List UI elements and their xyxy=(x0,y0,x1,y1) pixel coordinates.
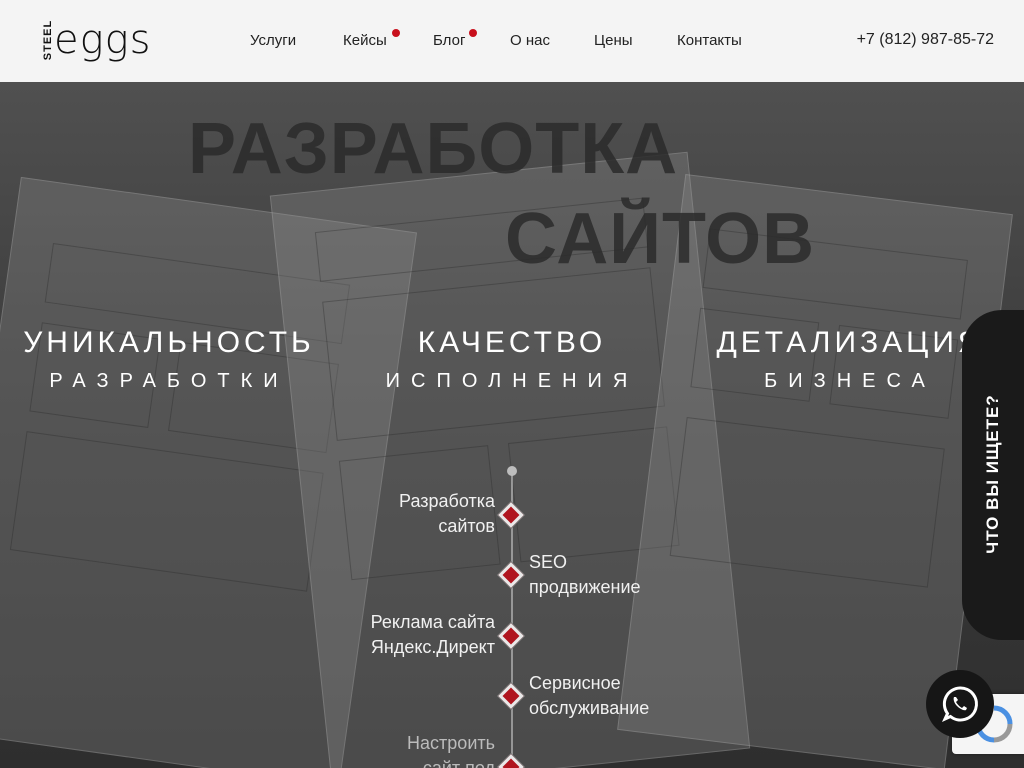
feature-heading: ДЕТАЛИЗАЦИЯ xyxy=(716,326,984,359)
timeline-item-setup[interactable]: Настроить сайт под xyxy=(315,731,495,768)
timeline-item-yandex-direct[interactable]: Реклама сайта Яндекс.Директ xyxy=(315,610,495,660)
timeline-item-seo[interactable]: SEO продвижение xyxy=(529,550,729,600)
nav-cases-dot xyxy=(392,29,400,37)
site-header: STEEL eggs Услуги Кейсы Блог О нас Цены … xyxy=(0,0,1024,82)
feature-subheading: ИСПОЛНЕНИЯ xyxy=(385,370,639,392)
feature-uniqueness: УНИКАЛЬНОСТЬ РАЗРАБОТКИ xyxy=(12,326,326,393)
hero-section: РАЗРАБОТКА САЙТОВ УНИКАЛЬНОСТЬ РАЗРАБОТК… xyxy=(0,82,1024,768)
nav-item-prices[interactable]: Цены xyxy=(594,32,633,49)
nav-item-blog[interactable]: Блог xyxy=(433,32,465,49)
nav-item-cases[interactable]: Кейсы xyxy=(343,32,387,49)
feature-heading: УНИКАЛЬНОСТЬ xyxy=(23,326,315,359)
nav-item-about[interactable]: О нас xyxy=(510,32,550,49)
what-are-you-looking-for-tab[interactable]: ЧТО ВЫ ИЩЕТЕ? xyxy=(962,310,1024,640)
logo-eggs: eggs xyxy=(54,17,152,63)
whatsapp-icon xyxy=(941,686,978,723)
nav-item-contacts[interactable]: Контакты xyxy=(677,32,742,49)
feature-quality: КАЧЕСТВО ИСПОЛНЕНИЯ xyxy=(362,326,662,393)
feature-detail: ДЕТАЛИЗАЦИЯ БИЗНЕСА xyxy=(700,326,1000,393)
feature-subheading: БИЗНЕСА xyxy=(764,370,936,392)
timeline-start-dot xyxy=(507,466,517,476)
feature-heading: КАЧЕСТВО xyxy=(417,326,607,359)
logo[interactable]: STEEL eggs xyxy=(40,18,185,62)
hero-title-line2: САЙТОВ xyxy=(505,199,816,279)
phone-link[interactable]: +7 (812) 987-85-72 xyxy=(857,31,994,49)
hero-title-line1: РАЗРАБОТКА xyxy=(188,109,679,189)
feature-subheading: РАЗРАБОТКИ xyxy=(49,370,289,392)
whatsapp-button[interactable] xyxy=(926,670,994,738)
timeline-item-web-dev[interactable]: Разработка сайтов xyxy=(315,489,495,539)
timeline-item-service[interactable]: Сервисное обслуживание xyxy=(529,671,729,721)
nav-item-services[interactable]: Услуги xyxy=(250,32,296,49)
logo-steel: STEEL xyxy=(42,19,55,61)
nav-blog-dot xyxy=(469,29,477,37)
